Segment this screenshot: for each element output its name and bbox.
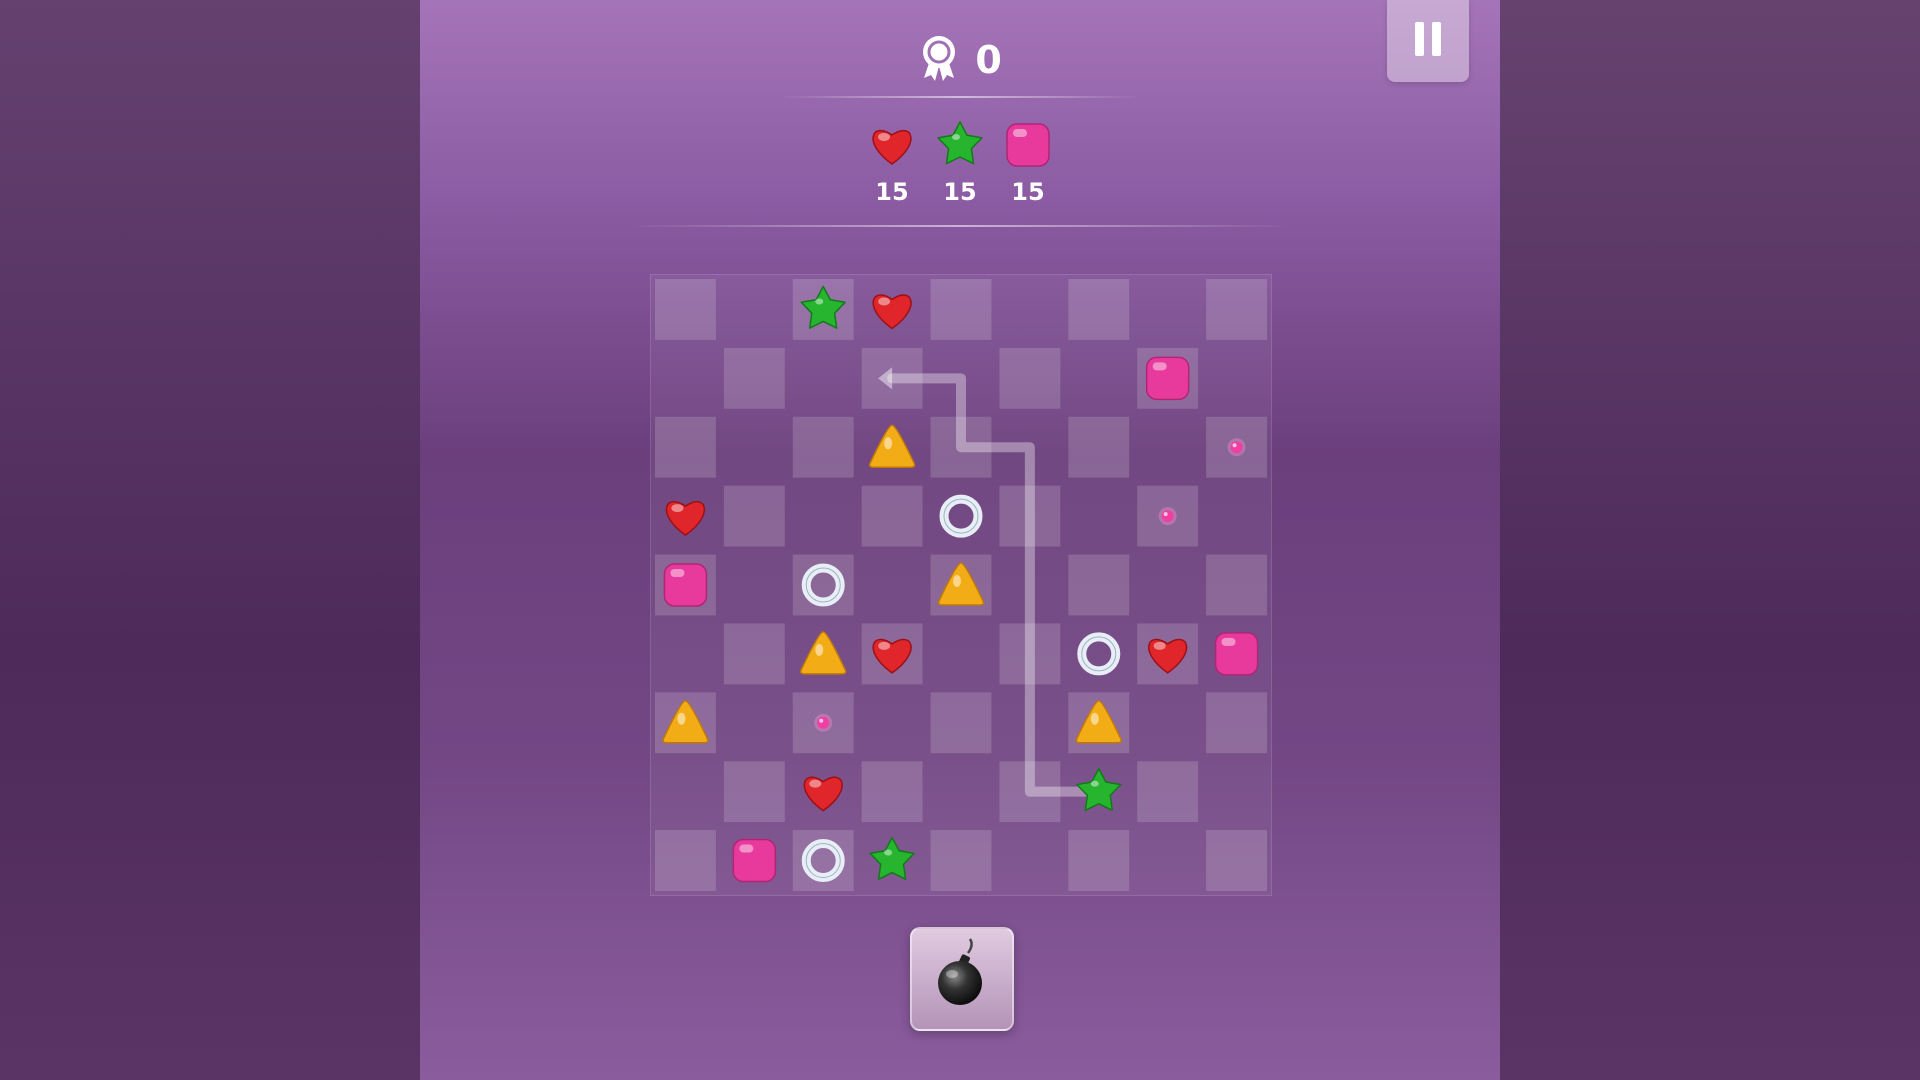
board-cell[interactable] xyxy=(862,692,923,753)
board-cell[interactable] xyxy=(930,279,992,340)
board-cell[interactable] xyxy=(1137,555,1198,616)
board-cell[interactable] xyxy=(724,692,785,753)
board-cell[interactable] xyxy=(655,623,716,684)
board-cell[interactable] xyxy=(655,830,716,891)
board-cell[interactable] xyxy=(1137,692,1198,753)
goal-panel: 15 15 15 xyxy=(865,118,1055,206)
board-cell[interactable] xyxy=(999,830,1060,891)
pause-button[interactable] xyxy=(1387,0,1469,82)
board-cell[interactable] xyxy=(1137,279,1198,340)
score-value: 0 xyxy=(975,38,1002,82)
bomb-icon xyxy=(938,938,982,1005)
game-board xyxy=(650,274,1272,896)
board-cell[interactable] xyxy=(1068,416,1130,478)
board-cell[interactable] xyxy=(1206,761,1267,822)
board-cell[interactable] xyxy=(1137,417,1198,478)
right-backdrop xyxy=(1500,0,1920,1080)
board-cell[interactable] xyxy=(723,485,785,547)
game-area: 0 15 15 15 xyxy=(420,0,1500,1080)
board-cell[interactable] xyxy=(1206,554,1267,616)
board-cell[interactable] xyxy=(1068,279,1130,340)
board-cell[interactable] xyxy=(1137,761,1199,823)
board-cell[interactable] xyxy=(723,761,785,823)
goal-square: 15 xyxy=(1001,118,1055,206)
board-cell[interactable] xyxy=(861,761,923,823)
square-piece[interactable] xyxy=(663,563,708,607)
dot-piece[interactable] xyxy=(814,713,833,732)
red-heart-icon xyxy=(872,129,912,165)
board-cell[interactable] xyxy=(1068,830,1130,891)
board-cell[interactable] xyxy=(655,761,716,822)
board-cell[interactable] xyxy=(1068,486,1129,547)
goal-square-count: 15 xyxy=(1011,178,1045,206)
board-cell[interactable] xyxy=(1137,830,1198,891)
board-cell[interactable] xyxy=(724,279,785,340)
square-piece[interactable] xyxy=(1214,632,1259,676)
board-cell[interactable] xyxy=(793,486,854,547)
board-cell[interactable] xyxy=(724,417,785,478)
board-cell[interactable] xyxy=(930,830,992,891)
board-cell[interactable] xyxy=(999,347,1061,409)
board-cell[interactable] xyxy=(931,761,992,822)
medal-icon xyxy=(918,34,960,86)
goal-star-count: 15 xyxy=(943,178,977,206)
square-piece[interactable] xyxy=(1145,356,1190,401)
square-piece[interactable] xyxy=(732,838,777,883)
goal-heart: 15 xyxy=(865,118,919,206)
score-display: 0 xyxy=(420,34,1500,86)
hint-path xyxy=(887,373,1104,797)
board-cell[interactable] xyxy=(1206,486,1267,547)
goal-heart-count: 15 xyxy=(875,178,909,206)
board-cell[interactable] xyxy=(931,623,992,684)
board-cell[interactable] xyxy=(723,347,785,409)
board-cell[interactable] xyxy=(655,348,716,409)
board-cell[interactable] xyxy=(999,279,1060,340)
bomb-button[interactable] xyxy=(910,927,1014,1031)
dot-piece[interactable] xyxy=(1158,507,1177,526)
score-divider xyxy=(780,96,1140,98)
board-cell[interactable] xyxy=(1206,692,1267,754)
board-cell[interactable] xyxy=(1206,830,1267,891)
goal-star: 15 xyxy=(933,118,987,206)
left-backdrop xyxy=(0,0,420,1080)
board-cell[interactable] xyxy=(930,692,992,754)
board-cell[interactable] xyxy=(1068,554,1130,616)
board-cell[interactable] xyxy=(655,416,716,478)
dot-piece[interactable] xyxy=(1227,438,1246,457)
goal-divider xyxy=(630,225,1290,227)
board-cell[interactable] xyxy=(724,555,785,616)
board-canvas xyxy=(655,279,1267,891)
board-cell[interactable] xyxy=(1206,348,1267,409)
green-star-icon xyxy=(937,121,983,165)
pink-square-icon xyxy=(1006,123,1050,167)
board-cell[interactable] xyxy=(1068,348,1129,409)
board-cell[interactable] xyxy=(655,279,716,340)
board-cell[interactable] xyxy=(793,348,854,409)
board-cell[interactable] xyxy=(792,416,854,478)
board-cell[interactable] xyxy=(1206,279,1267,340)
board-cell[interactable] xyxy=(861,485,923,547)
board-cell[interactable] xyxy=(723,623,785,685)
board-cell[interactable] xyxy=(862,555,923,616)
